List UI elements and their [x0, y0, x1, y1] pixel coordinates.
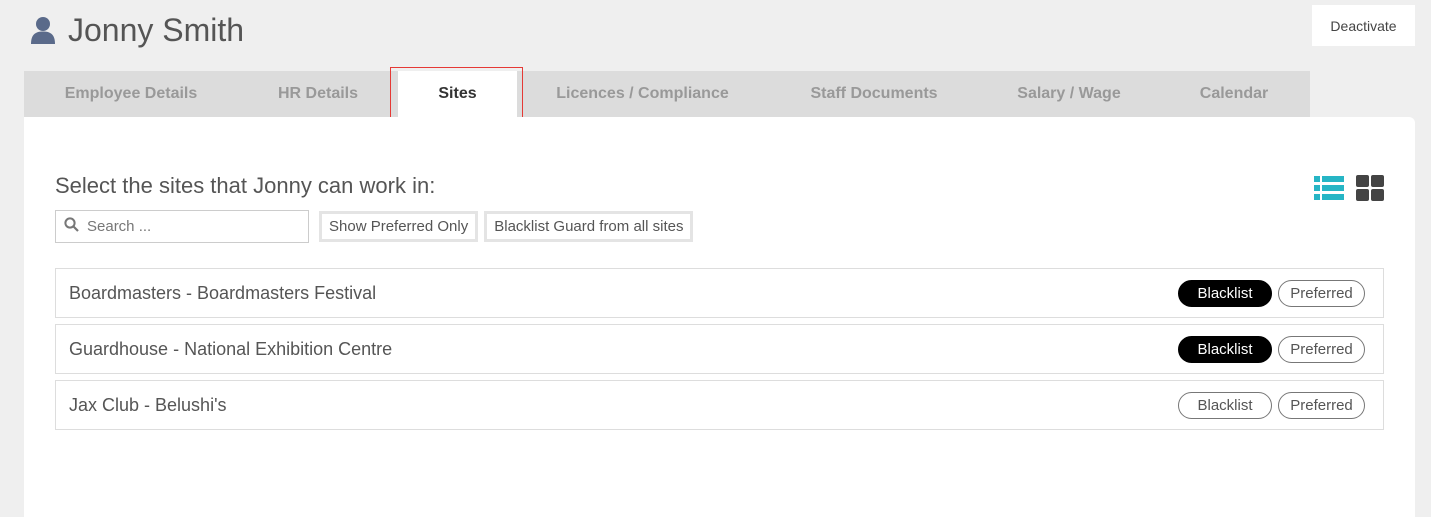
search-icon — [64, 216, 79, 237]
tab-bar: Employee Details HR Details Sites Licenc… — [24, 71, 1310, 117]
blacklist-button[interactable]: Blacklist — [1178, 391, 1272, 419]
tab-hr-details[interactable]: HR Details — [238, 71, 398, 117]
site-actions: Blacklist Preferred — [1178, 335, 1365, 363]
site-actions: Blacklist Preferred — [1178, 391, 1365, 419]
site-row: Boardmasters - Boardmasters Festival Bla… — [55, 268, 1384, 318]
site-name: Boardmasters - Boardmasters Festival — [69, 282, 377, 303]
blacklist-button[interactable]: Blacklist — [1178, 335, 1272, 363]
tab-salary-wage[interactable]: Salary / Wage — [980, 71, 1158, 117]
preferred-button[interactable]: Preferred — [1278, 279, 1365, 307]
grid-view-icon[interactable] — [1356, 175, 1384, 206]
tab-staff-documents[interactable]: Staff Documents — [768, 71, 980, 117]
tab-sites[interactable]: Sites — [398, 71, 517, 117]
tab-licences-compliance[interactable]: Licences / Compliance — [517, 71, 768, 117]
preferred-button[interactable]: Preferred — [1278, 335, 1365, 363]
section-subtitle: Select the sites that Jonny can work in: — [55, 173, 436, 198]
sites-panel: Select the sites that Jonny can work in: — [24, 117, 1415, 517]
site-name: Jax Club - Belushi's — [69, 394, 227, 415]
site-actions: Blacklist Preferred — [1178, 279, 1365, 307]
search-input[interactable] — [87, 218, 287, 235]
search-box — [55, 210, 309, 243]
site-name: Guardhouse - National Exhibition Centre — [69, 338, 393, 359]
view-toggle — [1314, 175, 1384, 206]
site-row: Guardhouse - National Exhibition Centre … — [55, 324, 1384, 374]
preferred-button[interactable]: Preferred — [1278, 391, 1365, 419]
page-header: Jonny Smith — [30, 10, 244, 50]
user-icon — [30, 15, 58, 45]
tab-calendar[interactable]: Calendar — [1158, 71, 1310, 117]
list-view-icon[interactable] — [1314, 175, 1344, 206]
tab-employee-details[interactable]: Employee Details — [24, 71, 238, 117]
deactivate-button[interactable]: Deactivate — [1312, 5, 1415, 46]
blacklist-button[interactable]: Blacklist — [1178, 279, 1272, 307]
site-toolbar: Show Preferred Only Blacklist Guard from… — [55, 210, 694, 243]
blacklist-all-sites-button[interactable]: Blacklist Guard from all sites — [484, 211, 694, 242]
site-row: Jax Club - Belushi's Blacklist Preferred — [55, 380, 1384, 430]
page-title: Jonny Smith — [68, 11, 245, 48]
site-list: Boardmasters - Boardmasters Festival Bla… — [55, 268, 1384, 436]
show-preferred-only-button[interactable]: Show Preferred Only — [319, 211, 479, 242]
